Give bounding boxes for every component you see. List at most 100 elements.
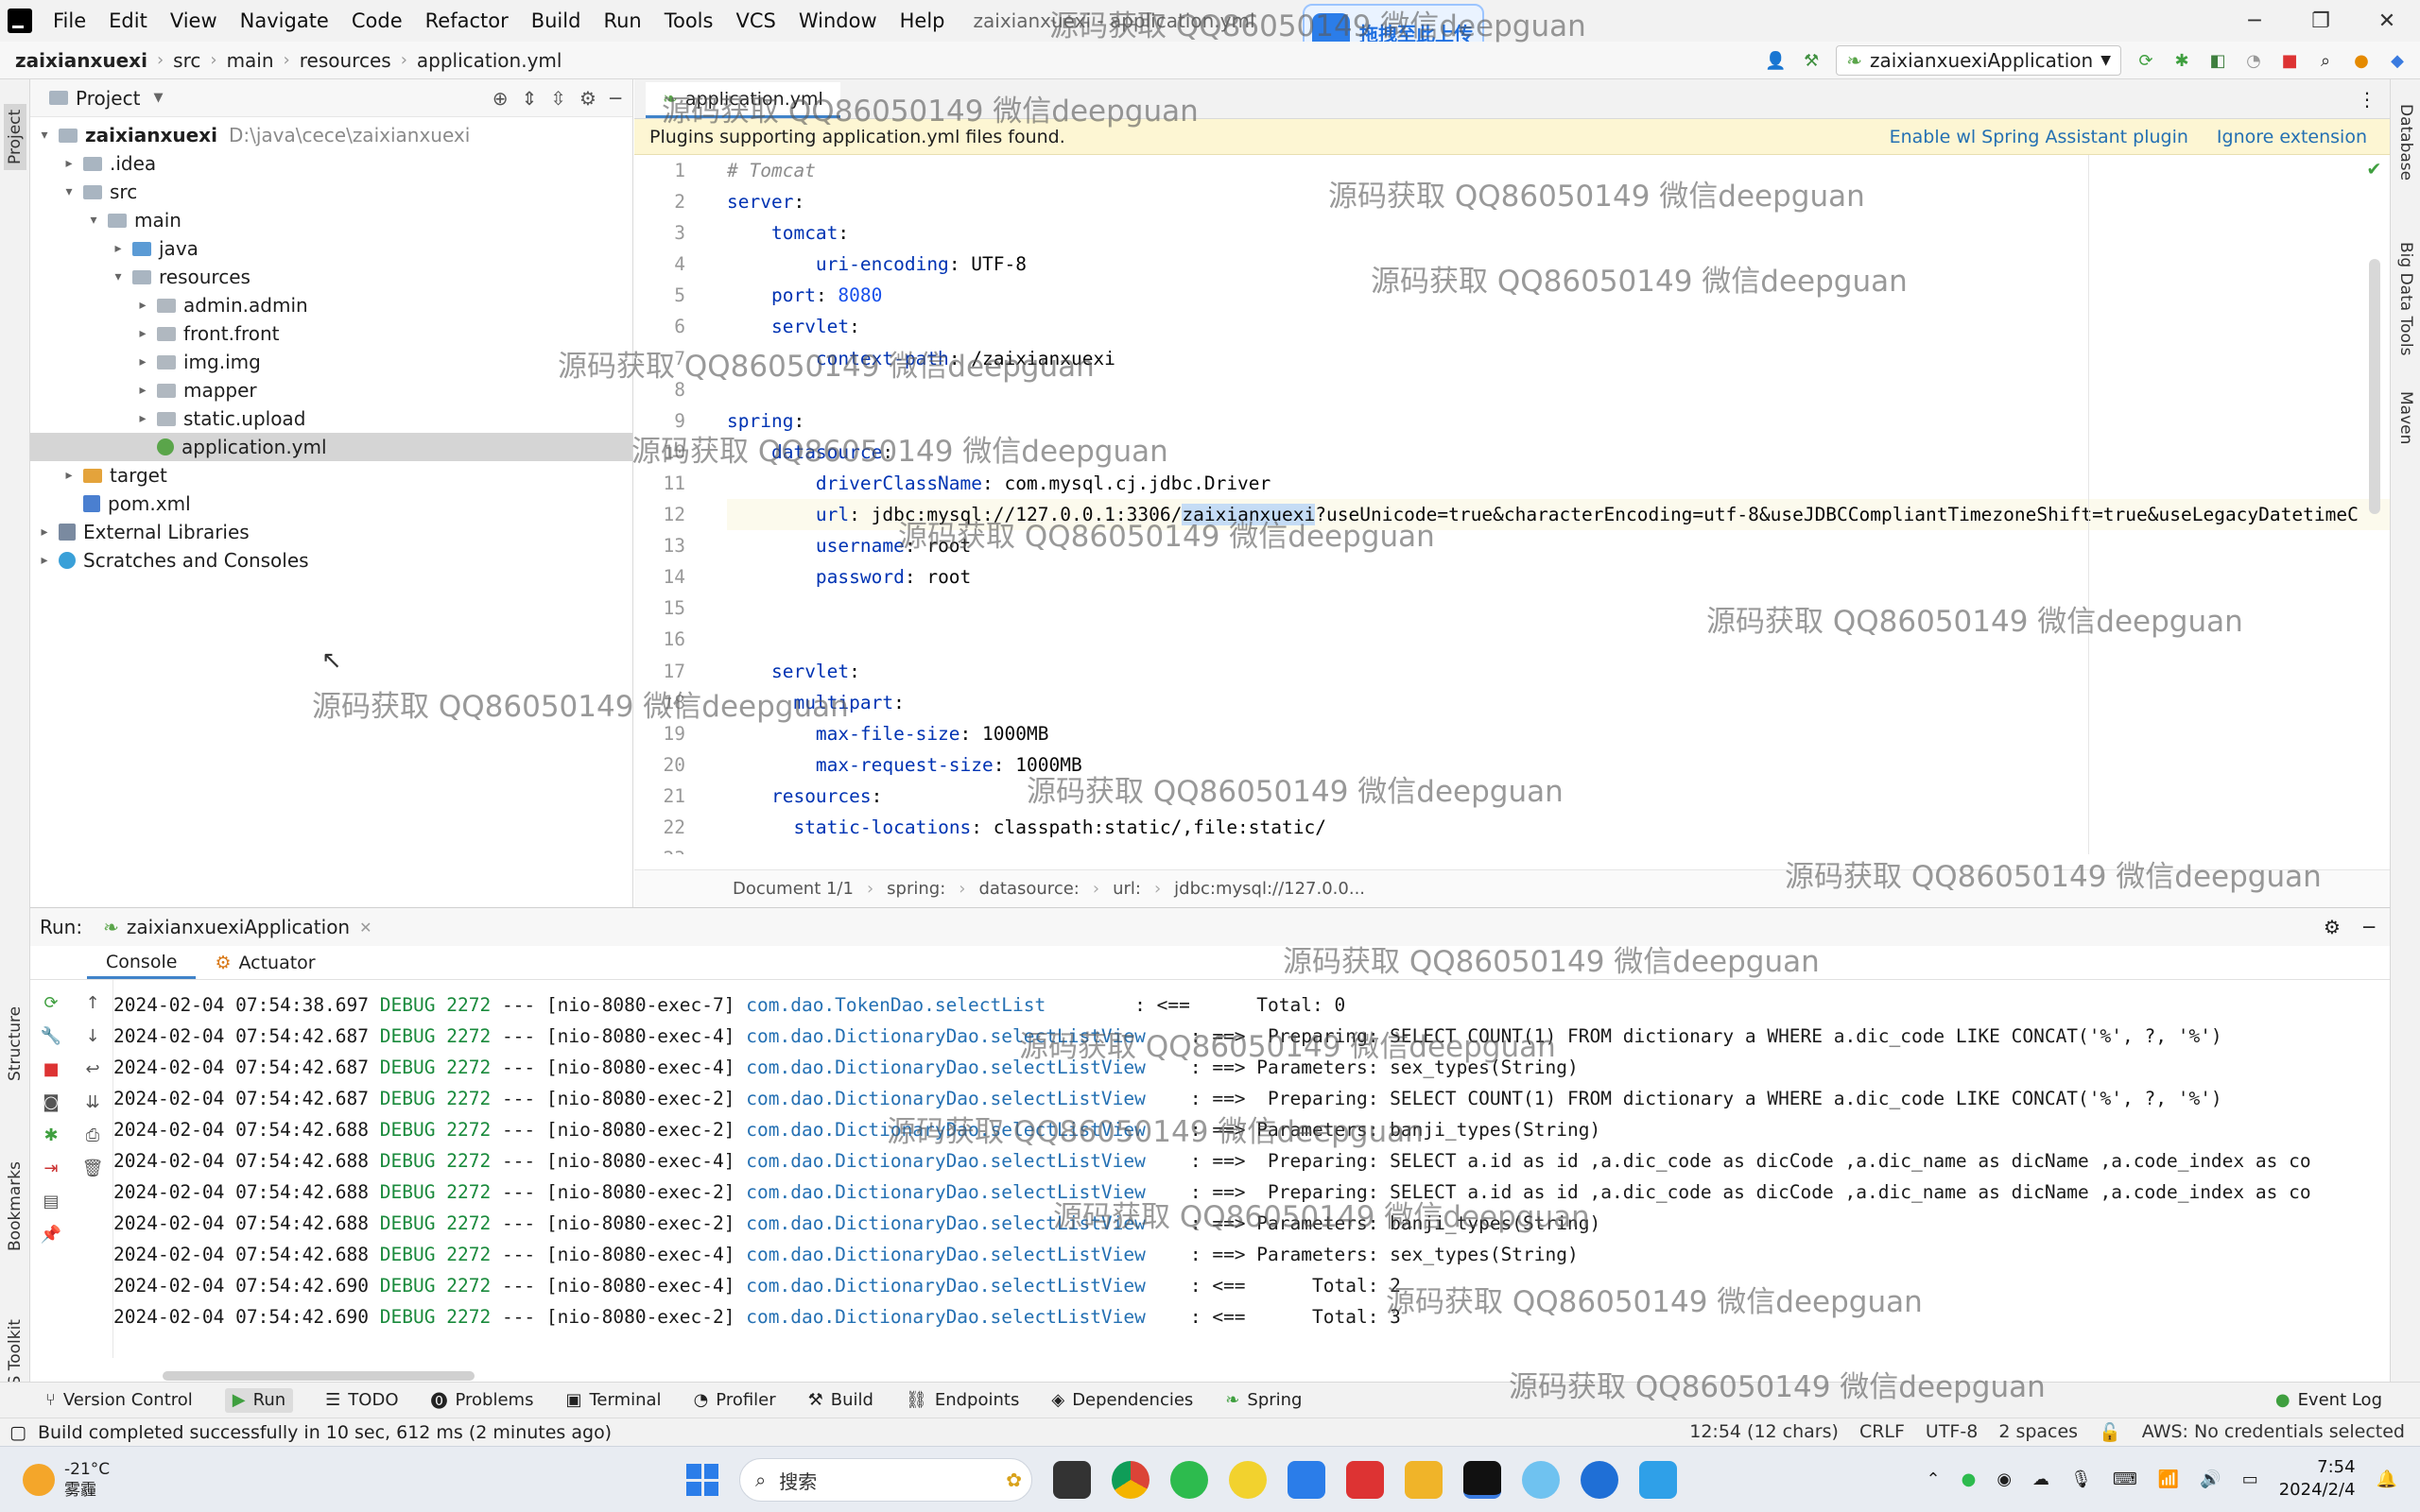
tool-window-version-control[interactable]: ⑂ Version Control — [45, 1388, 193, 1413]
tree-item[interactable]: ▸ mapper — [30, 376, 632, 404]
code-line[interactable]: port: 8080 — [727, 280, 2390, 311]
log-line[interactable]: 2024-02-04 07:54:42.688 DEBUG 2272 --- [… — [113, 1177, 2390, 1208]
close-tab-icon[interactable]: ✕ — [359, 919, 372, 936]
tree-item[interactable]: ▸ admin.admin — [30, 291, 632, 319]
gear-icon[interactable]: ⚙ — [2324, 916, 2341, 938]
tree-item[interactable]: pom.xml — [30, 490, 632, 518]
scroll-to-end-icon[interactable]: ⇊ — [85, 1092, 99, 1112]
wechat-tray-icon[interactable]: ● — [1962, 1469, 1977, 1489]
file-explorer-icon[interactable] — [1405, 1461, 1443, 1499]
hide-panel-icon[interactable]: ─ — [2363, 916, 2375, 938]
log-logger[interactable]: com.dao.DictionaryDao.selectListView — [746, 1119, 1146, 1141]
code-line[interactable]: tomcat: — [727, 217, 2390, 249]
code-lines[interactable]: # Tomcat server: tomcat: uri-encoding: UT… — [727, 155, 2390, 854]
caret-position[interactable]: 12:54 (12 chars) — [1689, 1421, 1839, 1443]
wrench-icon[interactable]: 🔧 — [41, 1026, 61, 1046]
cloud-icon[interactable]: ☁ — [2032, 1469, 2049, 1489]
status-message[interactable]: Build completed successfully in 10 sec, … — [38, 1422, 612, 1443]
print-icon[interactable]: ⎙ — [86, 1125, 99, 1145]
code-line[interactable]: static-locations: classpath:static/,file… — [727, 812, 2390, 843]
chevron-right-icon[interactable]: ▸ — [134, 326, 151, 341]
code-line[interactable] — [727, 374, 2390, 405]
log-logger[interactable]: com.dao.DictionaryDao.selectListView — [746, 1244, 1146, 1265]
editor-breadcrumb-item[interactable]: datasource: — [978, 879, 1079, 899]
chevron-up-icon[interactable]: ⌃ — [1927, 1469, 1941, 1489]
tree-item[interactable]: ▸ static.upload — [30, 404, 632, 433]
app-blue-icon[interactable] — [1522, 1461, 1560, 1499]
code-line[interactable]: # Tomcat — [727, 155, 2390, 186]
collapse-all-icon[interactable]: ⇳ — [550, 87, 566, 110]
debug-bug-icon[interactable]: ✱ — [43, 1125, 58, 1145]
wps-icon[interactable] — [1346, 1461, 1384, 1499]
code-line[interactable]: server: — [727, 186, 2390, 217]
log-line[interactable]: 2024-02-04 07:54:42.687 DEBUG 2272 --- [… — [113, 1052, 2390, 1083]
ignore-extension-link[interactable]: Ignore extension — [2217, 127, 2367, 147]
code-line[interactable]: url: jdbc:mysql://127.0.0.1:3306/zaixian… — [727, 499, 2390, 531]
weather-widget[interactable]: -21°C 雾霾 — [0, 1459, 110, 1501]
tab-actuator[interactable]: ⚙ Actuator — [196, 947, 334, 979]
editor-breadcrumb-item[interactable]: Document 1/1 — [733, 879, 854, 899]
tree-item[interactable]: ▸ Scratches and Consoles — [30, 546, 632, 575]
menu-refactor[interactable]: Refactor — [414, 9, 520, 32]
wechat-icon[interactable] — [1170, 1461, 1208, 1499]
log-logger[interactable]: com.dao.DictionaryDao.selectListView — [746, 1306, 1146, 1328]
windows-start-icon[interactable] — [686, 1464, 718, 1496]
chevron-right-icon[interactable]: ▸ — [36, 553, 53, 568]
chevron-right-icon[interactable]: ▸ — [110, 241, 127, 256]
chevron-right-icon[interactable]: ▸ — [36, 524, 53, 540]
chevron-right-icon[interactable]: ▸ — [134, 354, 151, 369]
chevron-right-icon[interactable]: ▸ — [134, 298, 151, 313]
menu-vcs[interactable]: VCS — [724, 9, 786, 32]
tool-window-run[interactable]: ▶ Run — [224, 1387, 294, 1413]
intellij-taskbar-icon[interactable] — [1463, 1461, 1501, 1499]
bookmarks-tool-tab[interactable]: Bookmarks — [6, 1161, 25, 1251]
log-line[interactable]: 2024-02-04 07:54:42.688 DEBUG 2272 --- [… — [113, 1114, 2390, 1145]
hide-icon[interactable]: ─ — [610, 87, 621, 110]
tool-window-terminal[interactable]: ▣ Terminal — [565, 1388, 661, 1413]
chevron-right-icon[interactable]: ▸ — [134, 411, 151, 426]
tool-window-endpoints[interactable]: ⛓ Endpoints — [906, 1388, 1019, 1413]
log-logger[interactable]: com.dao.DictionaryDao.selectListView — [746, 1212, 1146, 1234]
code-line[interactable]: multipart: — [727, 687, 2390, 718]
editor-breadcrumb-item[interactable]: jdbc:mysql://127.0.0... — [1174, 879, 1365, 899]
code-line[interactable] — [727, 593, 2390, 624]
chevron-right-icon[interactable]: ▸ — [134, 383, 151, 398]
tree-item[interactable]: ▸ target — [30, 461, 632, 490]
menu-file[interactable]: File — [42, 9, 97, 32]
gear-icon[interactable]: ⚙ — [579, 87, 596, 110]
menu-edit[interactable]: Edit — [97, 9, 159, 32]
tree-item[interactable]: ▾ zaixianxuexi D:\java\cece\zaixianxuexi — [30, 121, 632, 149]
debug-bug-icon[interactable]: ✱ — [2170, 49, 2193, 72]
chevron-right-icon[interactable]: ▸ — [60, 156, 78, 171]
expand-all-icon[interactable]: ⇕ — [521, 87, 537, 110]
scroll-up-icon[interactable]: ↑ — [85, 993, 99, 1013]
code-line[interactable]: driverClassName: com.mysql.cj.jdbc.Drive… — [727, 468, 2390, 499]
aws-credentials[interactable]: AWS: No credentials selected — [2142, 1421, 2405, 1443]
menu-code[interactable]: Code — [340, 9, 414, 32]
run-config-selector[interactable]: ❧ zaixianxuexiApplication ▼ — [1836, 45, 2121, 76]
chevron-down-icon[interactable]: ▾ — [60, 184, 78, 199]
log-logger[interactable]: com.dao.DictionaryDao.selectListView — [746, 1088, 1146, 1109]
indent-setting[interactable]: 2 spaces — [1998, 1421, 2078, 1443]
search-icon[interactable]: ⌕ — [2314, 49, 2337, 72]
exit-icon[interactable]: ⇥ — [43, 1159, 58, 1178]
log-line[interactable]: 2024-02-04 07:54:42.690 DEBUG 2272 --- [… — [113, 1270, 2390, 1301]
log-logger[interactable]: com.dao.DictionaryDao.selectListView — [746, 1150, 1146, 1172]
camera-icon[interactable]: ◙ — [43, 1092, 59, 1112]
log-logger[interactable]: com.dao.DictionaryDao.selectListView — [746, 1025, 1146, 1047]
tree-item[interactable]: ▸ java — [30, 234, 632, 263]
menu-tools[interactable]: Tools — [653, 9, 725, 32]
tree-item[interactable]: ▾ src — [30, 178, 632, 206]
minimize-icon[interactable]: ─ — [2221, 0, 2288, 42]
volume-icon[interactable]: 🔊 — [2200, 1469, 2221, 1489]
log-logger[interactable]: com.dao.DictionaryDao.selectListView — [746, 1275, 1146, 1297]
menu-window[interactable]: Window — [787, 9, 889, 32]
tree-item[interactable]: ▸ .idea — [30, 149, 632, 178]
log-line[interactable]: 2024-02-04 07:54:42.690 DEBUG 2272 --- [… — [113, 1301, 2390, 1332]
event-log-button[interactable]: ● Event Log — [2275, 1390, 2420, 1410]
rerun-icon[interactable]: ⟳ — [2135, 49, 2157, 72]
editor-breadcrumb-item[interactable]: url: — [1113, 879, 1141, 899]
notification-bell-icon[interactable]: 🔔 — [2377, 1469, 2397, 1489]
log-logger[interactable]: com.dao.DictionaryDao.selectListView — [746, 1057, 1146, 1078]
chevron-down-icon[interactable]: ▾ — [85, 213, 102, 228]
